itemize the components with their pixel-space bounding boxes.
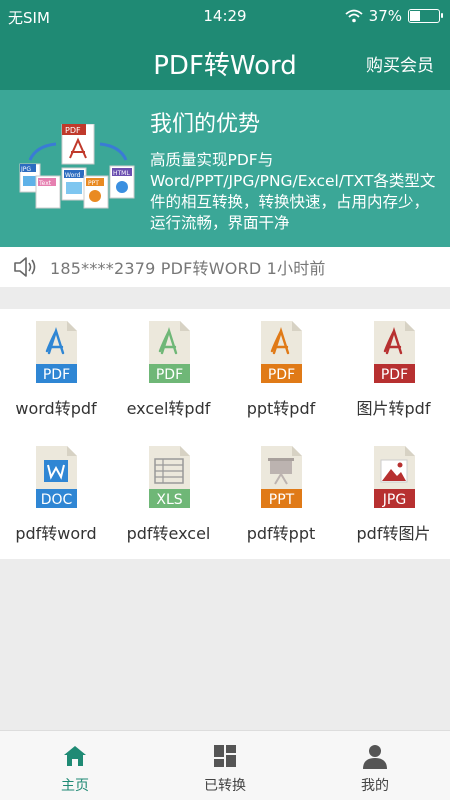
pdf-file-icon: PDF [373, 321, 415, 383]
pdf-file-icon: PDF [261, 321, 302, 383]
grid-icon [214, 745, 236, 767]
tab-converted[interactable]: 已转换 [150, 731, 300, 800]
art-label-html: HTML [113, 170, 130, 177]
pdf-file-icon: PDF [148, 321, 190, 383]
tool-label: 图片转pdf [356, 399, 431, 418]
tab-mine[interactable]: 我的 [300, 731, 450, 800]
nav-bar: PDF转Word 购买会员 [0, 32, 450, 90]
tool-excel转pdf[interactable]: PDF excel转pdf [113, 309, 225, 434]
buy-membership-button[interactable]: 购买会员 [366, 51, 434, 76]
file-badge: XLS [156, 492, 182, 508]
tab-home[interactable]: 主页 [0, 731, 150, 800]
conversion-notice: 185****2379 PDF转WORD 1小时前 [0, 247, 450, 287]
tool-pdf转word[interactable]: DOC pdf转word [0, 434, 112, 559]
status-bar: 无SIM 14:29 37% [0, 0, 450, 32]
doc-file-icon: DOC [36, 446, 77, 508]
banner-description: 高质量实现PDF与Word/PPT/JPG/PNG/Excel/TXT各类型文件… [150, 151, 436, 232]
banner-heading: 我们的优势 [150, 112, 261, 137]
battery-percent: 37% [368, 7, 402, 25]
file-badge: JPG [381, 492, 405, 508]
status-right: 37% [345, 7, 443, 25]
tools-grid: PDF word转pdf PDF excel转pdf PDF ppt转pdf PDF 图片转p… [0, 309, 450, 559]
speaker-icon [14, 257, 36, 277]
tool-label: pdf转图片 [356, 524, 431, 543]
tool-label: word转pdf [15, 399, 97, 418]
file-badge: PDF [43, 367, 70, 383]
art-label-jpg: JPG [20, 166, 31, 173]
tool-pdf转图片[interactable]: JPG pdf转图片 [338, 434, 450, 559]
file-badge: PPT [269, 492, 295, 508]
notice-text: 185****2379 PDF转WORD 1小时前 [50, 259, 326, 278]
advantages-banner: PDF JPG Text Word PPT HTML 我们的优势 高质量实现PD… [0, 90, 450, 247]
pdf-file-icon: PDF [36, 321, 77, 383]
art-label-ppt: PPT [88, 180, 99, 187]
home-icon [64, 746, 86, 766]
art-label-word: Word [65, 172, 81, 179]
tool-label: pdf转ppt [246, 524, 316, 543]
jpg-file-icon: JPG [373, 446, 415, 508]
tab-home-label: 主页 [61, 778, 89, 794]
bottom-tab-bar: 主页 已转换 我的 [0, 730, 450, 800]
file-types-illustration: PDF JPG Text Word PPT HTML [19, 124, 135, 209]
file-badge: PDF [155, 367, 182, 383]
tool-图片转pdf[interactable]: PDF 图片转pdf [338, 309, 450, 434]
ppt-file-icon: PPT [261, 446, 302, 508]
tool-label: pdf转excel [126, 524, 211, 543]
tool-label: excel转pdf [126, 399, 211, 418]
tool-ppt转pdf[interactable]: PDF ppt转pdf [225, 309, 337, 434]
file-badge: PDF [380, 367, 407, 383]
tool-pdf转excel[interactable]: XLS pdf转excel [113, 434, 225, 559]
tool-word转pdf[interactable]: PDF word转pdf [0, 309, 112, 434]
art-label-pdf: PDF [65, 126, 81, 135]
wifi-icon [345, 9, 363, 23]
file-badge: DOC [41, 492, 73, 508]
art-label-text: Text [38, 180, 52, 187]
person-icon [363, 745, 387, 769]
battery-icon [408, 9, 443, 23]
tool-label: pdf转word [15, 524, 97, 543]
tab-mine-label: 我的 [361, 778, 389, 794]
xls-file-icon: XLS [148, 446, 190, 508]
tool-pdf转ppt[interactable]: PPT pdf转ppt [225, 434, 337, 559]
tool-label: ppt转pdf [246, 399, 316, 418]
tab-converted-label: 已转换 [204, 778, 246, 794]
file-badge: PDF [268, 367, 295, 383]
